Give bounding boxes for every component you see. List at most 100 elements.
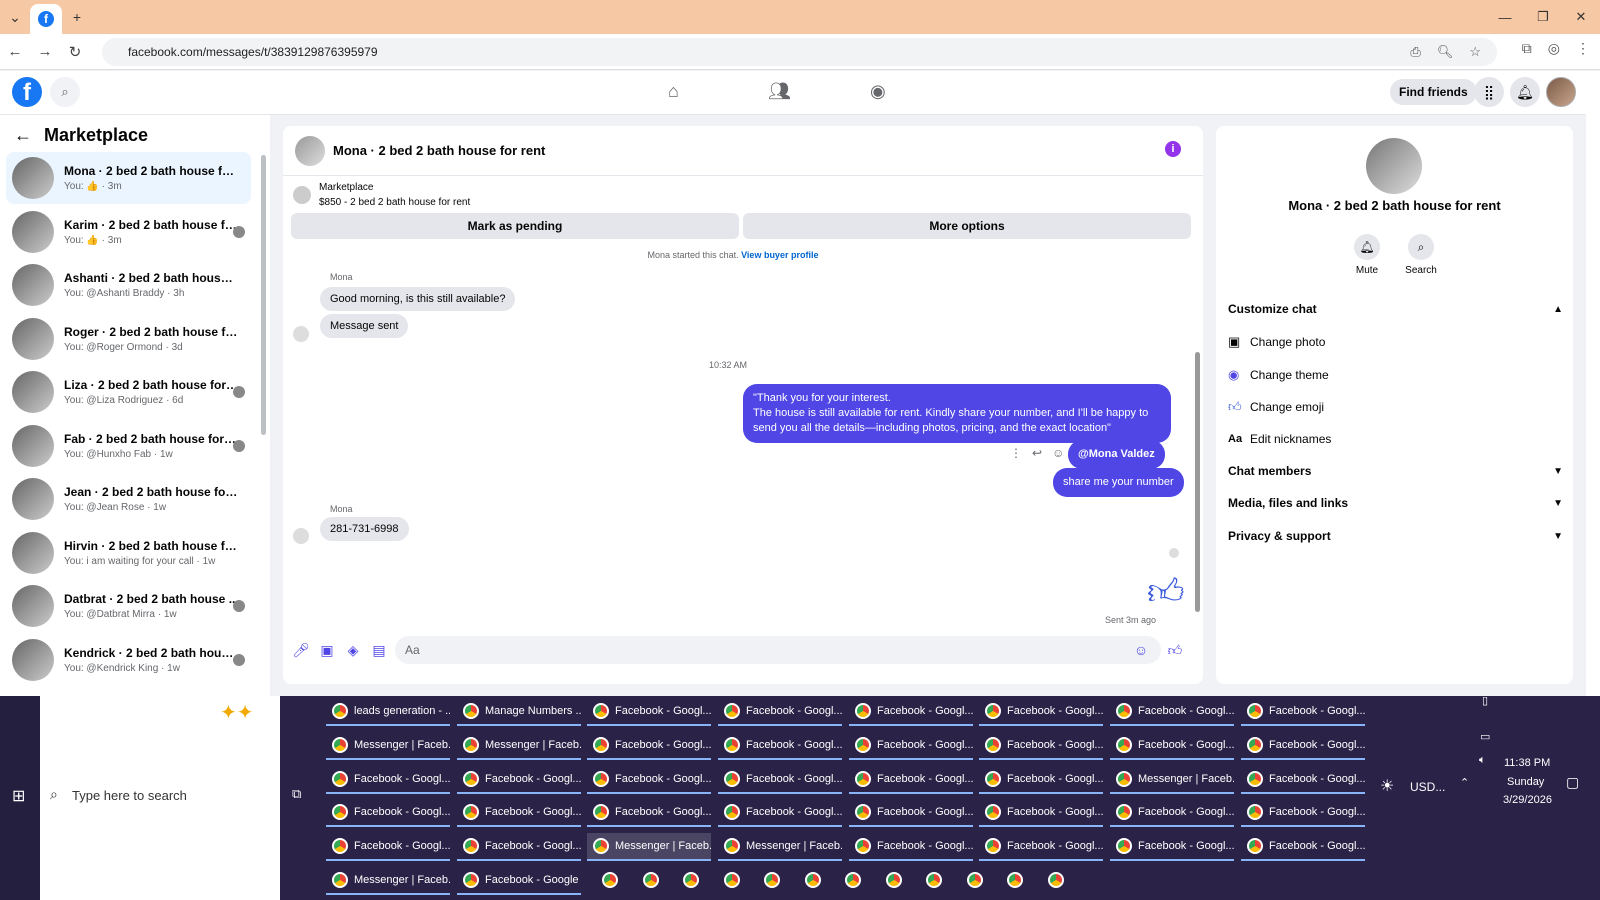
taskbar-window-button[interactable]: Facebook - Googl... — [718, 799, 842, 828]
taskbar-pinned-app-icon[interactable] — [679, 868, 703, 892]
conversation-item[interactable]: Mona · 2 bed 2 bath house for r... You: 👍… — [6, 152, 251, 204]
extensions-icon[interactable]: ⧉ — [1522, 40, 1532, 57]
more-options-button[interactable]: More options — [743, 213, 1191, 239]
facebook-logo-icon[interactable]: f — [12, 77, 42, 107]
microphone-icon[interactable]: 🎤︎ — [291, 642, 311, 659]
message-input[interactable]: Aa — [395, 636, 1161, 664]
taskbar-window-button[interactable]: Facebook - Googl... — [457, 833, 581, 862]
taskbar-pinned-app-icon[interactable] — [963, 868, 987, 892]
taskbar-window-button[interactable]: Facebook - Googl... — [326, 766, 450, 794]
back-arrow-icon[interactable]: ← — [14, 125, 32, 146]
menu-grid-icon[interactable]: ⣿ — [1474, 77, 1504, 107]
install-icon[interactable]: ⎙ — [1410, 44, 1420, 60]
taskbar-window-button[interactable]: Facebook - Googl... — [587, 799, 711, 828]
taskbar-window-button[interactable]: Facebook - Googl... — [1110, 799, 1234, 828]
taskbar-window-button[interactable]: Facebook - Googl... — [979, 799, 1103, 828]
taskbar-pinned-app-icon[interactable] — [841, 868, 865, 892]
taskbar-window-button[interactable]: Facebook - Googl... — [1110, 732, 1234, 760]
taskbar-window-button[interactable]: Messenger | Faceb... — [326, 732, 450, 760]
chevron-up-icon[interactable]: ⌃ — [1460, 776, 1469, 789]
search-icon[interactable]: ⌕ — [50, 77, 80, 107]
taskbar-window-button[interactable]: Facebook - Googl... — [1241, 698, 1365, 726]
reload-icon[interactable]: ↻ — [60, 43, 90, 61]
privacy-section[interactable]: Privacy & support ▼ — [1228, 529, 1563, 543]
change-emoji-item[interactable]: 👍︎ Change emoji — [1228, 399, 1563, 415]
back-arrow-icon[interactable]: ← — [0, 43, 30, 60]
find-friends-button[interactable]: Find friends — [1390, 79, 1477, 105]
conversation-item[interactable]: Liza · 2 bed 2 bath house for r... You: @… — [6, 366, 251, 418]
mention-message[interactable]: @Mona Valdez — [1068, 440, 1165, 469]
taskbar-window-button[interactable]: Facebook - Googl... — [587, 732, 711, 760]
clock-time[interactable]: 11:38 PM — [1504, 757, 1550, 769]
taskbar-window-button[interactable]: Facebook - Googl... — [718, 766, 842, 794]
browser-tab-facebook[interactable]: f — [30, 4, 62, 34]
groups-icon[interactable]: ◉ — [870, 81, 886, 102]
weather-icon[interactable]: ☀ — [1380, 776, 1394, 796]
thumbs-up-send-icon[interactable]: 👍︎ — [1165, 642, 1185, 659]
conversation-item[interactable]: Jean · 2 bed 2 bath house for rent You: @… — [6, 473, 251, 525]
chat-title[interactable]: Mona · 2 bed 2 bath house for rent — [333, 143, 545, 158]
taskbar-window-button[interactable]: Facebook - Googl... — [979, 732, 1103, 760]
friends-icon[interactable]: 👥︎ — [768, 81, 791, 102]
outgoing-message[interactable]: "Thank you for your interest. The house … — [743, 384, 1171, 443]
sticker-icon[interactable]: ◈ — [343, 642, 363, 659]
mark-pending-button[interactable]: Mark as pending — [291, 213, 739, 239]
list-scrollbar[interactable] — [261, 155, 266, 435]
info-icon[interactable]: i — [1165, 141, 1181, 157]
conversation-item[interactable]: Karim · 2 bed 2 bath house fo... You: 👍 ·… — [6, 206, 251, 258]
taskbar-window-button[interactable]: Messenger | Faceb... — [457, 732, 581, 760]
contact-avatar[interactable] — [1366, 138, 1422, 194]
search-button[interactable]: ⌕ Search — [1401, 234, 1441, 276]
tray-icon-a[interactable]: ▯ — [1482, 694, 1488, 707]
media-section[interactable]: Media, files and links ▼ — [1228, 496, 1563, 510]
chat-scrollbar[interactable] — [1195, 352, 1200, 612]
taskbar-window-button[interactable]: Messenger | Faceb... — [1110, 766, 1234, 794]
taskbar-window-button[interactable]: Facebook - Googl... — [979, 698, 1103, 726]
conversation-item[interactable]: Fab · 2 bed 2 bath house for r... You: @H… — [6, 420, 251, 472]
taskbar-window-button[interactable]: Messenger | Faceb... — [718, 833, 842, 862]
taskbar-window-button[interactable]: Facebook - Googl... — [326, 833, 450, 862]
zoom-icon[interactable]: 🔍︎ — [1437, 44, 1454, 60]
bookmark-star-icon[interactable]: ☆ — [1469, 44, 1481, 60]
windows-start-icon[interactable]: ⊞ — [12, 786, 25, 806]
conversation-item[interactable]: Hirvin · 2 bed 2 bath house for r... You:… — [6, 527, 251, 579]
new-tab-plus-icon[interactable]: + — [62, 2, 92, 32]
taskbar-window-button[interactable]: Facebook - Googl... — [1110, 698, 1234, 726]
taskbar-pinned-app-icon[interactable] — [801, 868, 825, 892]
close-window-icon[interactable]: ✕ — [1562, 0, 1600, 34]
taskbar-window-button[interactable]: Facebook - Googl... — [326, 799, 450, 828]
taskbar-window-button[interactable]: Facebook - Googl... — [849, 698, 973, 726]
view-buyer-profile-link[interactable]: View buyer profile — [741, 250, 818, 260]
taskbar-window-button[interactable]: Facebook - Googl... — [1241, 833, 1365, 862]
conversation-item[interactable]: Roger · 2 bed 2 bath house for r... You: … — [6, 313, 251, 365]
task-view-icon[interactable]: ⧉ — [292, 786, 301, 802]
taskbar-pinned-app-icon[interactable] — [1003, 868, 1027, 892]
taskbar-window-button[interactable]: Facebook - Googl... — [457, 766, 581, 794]
taskbar-window-button[interactable]: Facebook - Googl... — [718, 698, 842, 726]
taskbar-window-button[interactable]: Facebook - Googl... — [587, 766, 711, 794]
reply-icon[interactable]: ↩ — [1032, 446, 1042, 460]
incoming-message[interactable]: Good morning, is this still available? — [320, 287, 516, 311]
incoming-message[interactable]: 281-731-6998 — [320, 517, 409, 541]
photo-icon[interactable]: ▣ — [317, 642, 337, 659]
taskbar-window-button[interactable]: Facebook - Googl... — [849, 766, 973, 794]
forward-arrow-icon[interactable]: → — [30, 43, 60, 60]
taskbar-window-button[interactable]: Facebook - Googl... — [1241, 766, 1365, 794]
taskbar-window-button[interactable]: Facebook - Googl... — [718, 732, 842, 760]
taskbar-window-button[interactable]: Facebook - Googl... — [849, 732, 973, 760]
taskbar-pinned-app-icon[interactable] — [882, 868, 906, 892]
taskbar-window-button[interactable]: Facebook - Googl... — [979, 766, 1103, 794]
more-icon[interactable]: ⋮ — [1010, 446, 1022, 460]
taskbar-window-button[interactable]: Facebook - Googl... — [587, 698, 711, 726]
currency-widget[interactable]: USD... — [1410, 780, 1445, 794]
tray-icon-b[interactable]: ▭ — [1480, 730, 1490, 743]
taskbar-window-button[interactable]: Facebook - Googl... — [1241, 799, 1365, 828]
tab-search-chevron-icon[interactable]: ⌄ — [0, 2, 30, 32]
taskbar-window-button[interactable]: Facebook - Googl... — [849, 799, 973, 828]
kebab-menu-icon[interactable]: ⋮ — [1576, 40, 1590, 57]
change-theme-item[interactable]: ◉ Change theme — [1228, 367, 1563, 383]
conversation-item[interactable]: Datbrat · 2 bed 2 bath house ... You: @Da… — [6, 580, 251, 632]
chat-avatar[interactable] — [295, 135, 325, 166]
taskbar-window-button[interactable]: Manage Numbers ... — [457, 698, 581, 726]
edit-nicknames-item[interactable]: Aa Edit nicknames — [1228, 432, 1563, 446]
